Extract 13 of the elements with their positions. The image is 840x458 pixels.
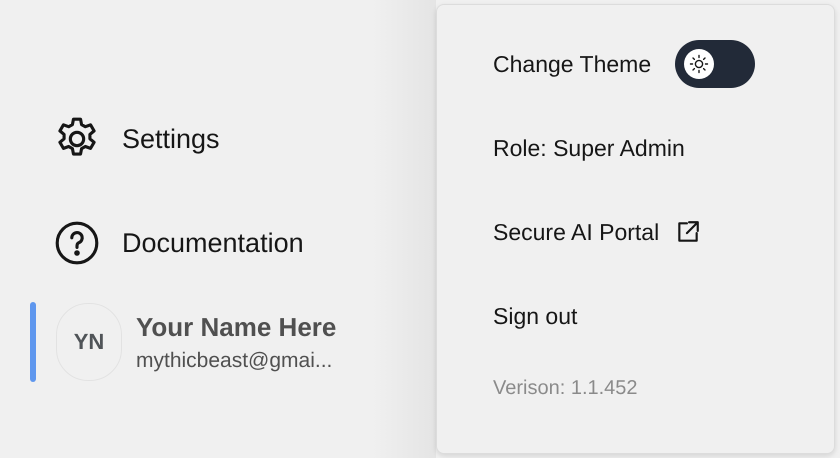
sidebar-item[interactable]: Documentation (52, 218, 436, 268)
menu-item[interactable]: Role: Super Admin (493, 123, 834, 173)
sun-icon (684, 49, 714, 79)
avatar: YN (56, 303, 122, 381)
sidebar-item[interactable]: Settings (52, 114, 436, 164)
user-email: mythicbeast@gmai... (136, 348, 334, 372)
menu-item[interactable]: Secure AI Portal (493, 207, 834, 257)
menu-item[interactable]: Change Theme (493, 39, 834, 89)
user-profile[interactable]: YN Your Name Here mythicbeast@gmai... (0, 302, 436, 382)
user-name: Your Name Here (136, 312, 336, 342)
theme-toggle[interactable] (675, 40, 756, 88)
menu-item[interactable]: Sign out (493, 291, 834, 341)
version-text: Verison: 1.1.452 (493, 377, 639, 400)
